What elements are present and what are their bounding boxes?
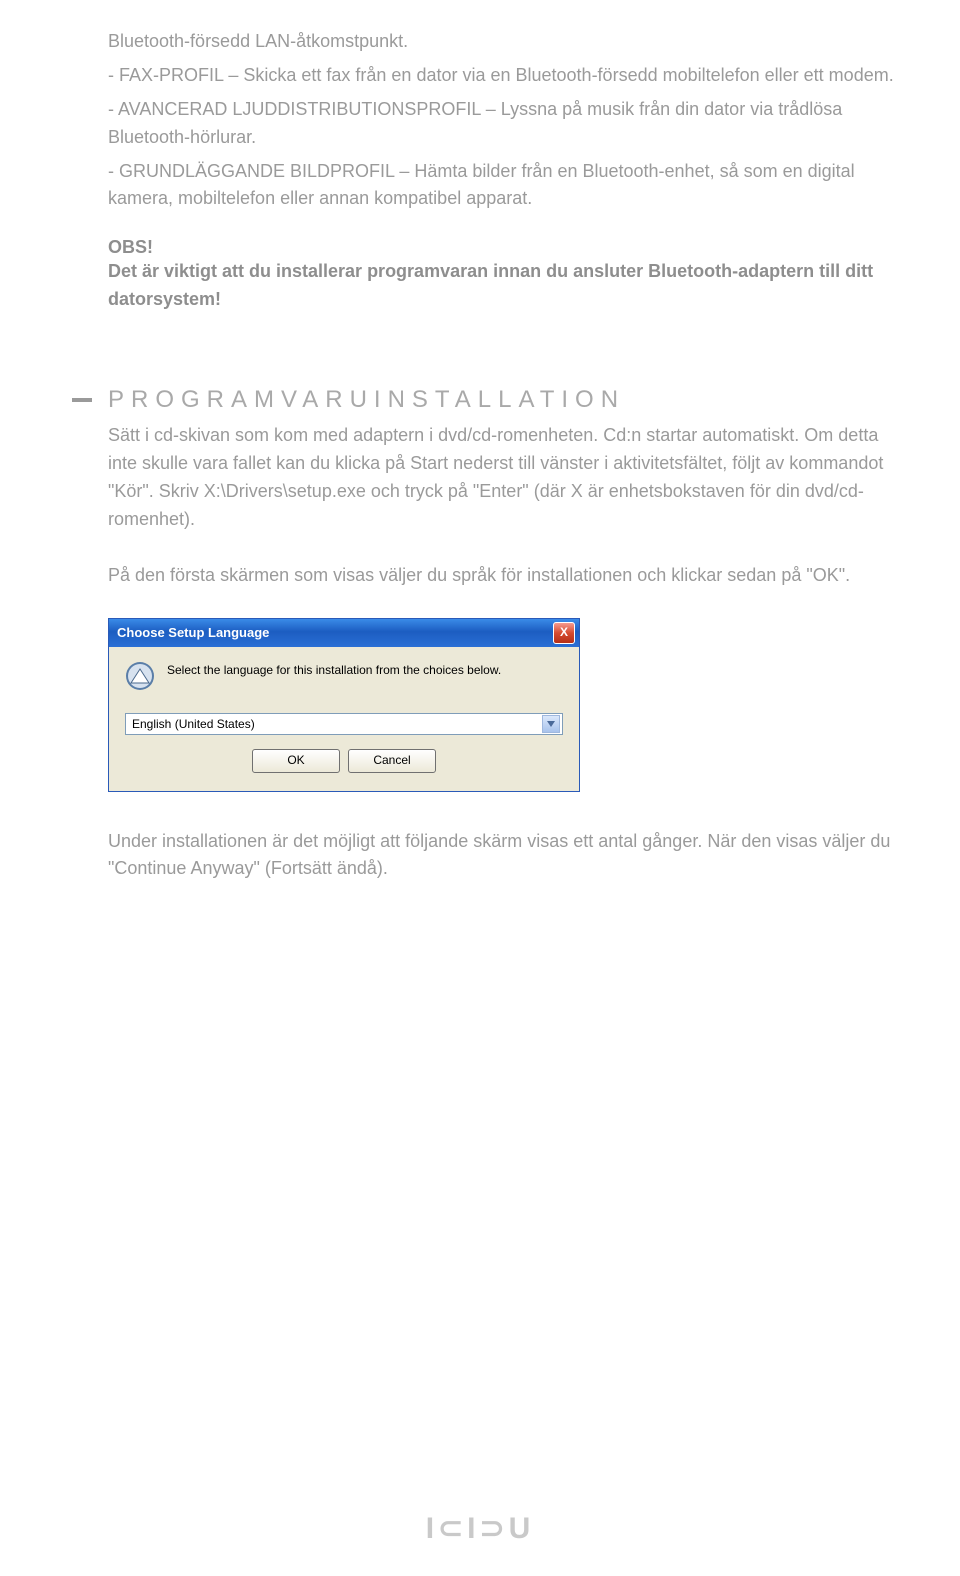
language-select-value: English (United States) <box>132 717 542 731</box>
obs-heading: OBS! <box>108 237 900 258</box>
dialog-button-row: OK Cancel <box>125 749 563 773</box>
obs-body: Det är viktigt att du installerar progra… <box>108 258 900 314</box>
intro-line1: Bluetooth-försedd LAN-åtkomstpunkt. <box>108 28 900 56</box>
intro-fax: - FAX-PROFIL – Skicka ett fax från en da… <box>108 62 900 90</box>
intro-audio: - AVANCERAD LJUDDISTRIBUTIONSPROFIL – Ly… <box>108 96 900 152</box>
chevron-down-icon <box>542 715 560 733</box>
dialog-message: Select the language for this installatio… <box>167 661 501 677</box>
brand-logo: I⊂I⊃U <box>426 1511 535 1546</box>
heading-dash-icon <box>72 398 92 402</box>
dialog-title: Choose Setup Language <box>117 625 553 640</box>
close-icon: X <box>560 625 568 639</box>
installer-icon <box>125 661 155 691</box>
ok-button[interactable]: OK <box>252 749 340 773</box>
section-p1: Sätt i cd-skivan som kom med adaptern i … <box>108 422 900 534</box>
language-dialog: Choose Setup Language X Select the langu… <box>108 618 580 792</box>
section-p3: Under installationen är det möjligt att … <box>108 828 900 884</box>
language-select[interactable]: English (United States) <box>125 713 563 735</box>
section-heading-row: PROGRAMVARUINSTALLATION <box>72 386 900 414</box>
intro-image: - GRUNDLÄGGANDE BILDPROFIL – Hämta bilde… <box>108 158 900 214</box>
close-button[interactable]: X <box>553 622 575 644</box>
section-heading: PROGRAMVARUINSTALLATION <box>108 386 625 414</box>
dialog-titlebar: Choose Setup Language X <box>109 619 579 647</box>
dialog-body: Select the language for this installatio… <box>109 647 579 791</box>
cancel-button[interactable]: Cancel <box>348 749 436 773</box>
section-p2: På den första skärmen som visas väljer d… <box>108 562 900 590</box>
